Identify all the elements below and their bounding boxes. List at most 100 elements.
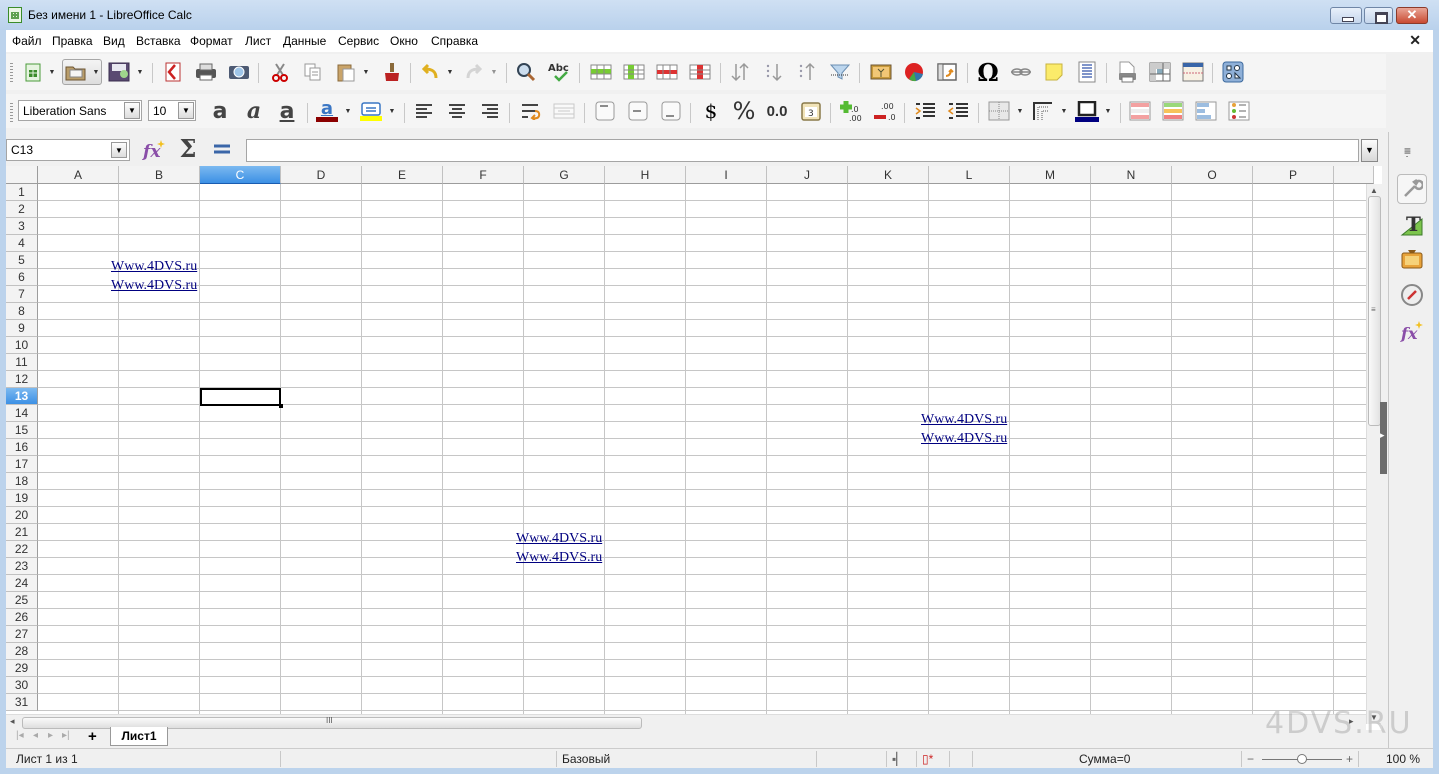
export-pdf-button[interactable] (160, 59, 186, 85)
row-header-18[interactable]: 18 (6, 473, 38, 490)
undo-dropdown[interactable]: ▼ (446, 59, 454, 85)
close-document-button[interactable]: ✕ (1409, 32, 1421, 49)
clone-formatting-button[interactable] (378, 59, 404, 85)
sort-button[interactable] (727, 59, 753, 85)
menu-view[interactable]: Вид (103, 34, 125, 48)
name-box[interactable]: C13 ▼ (6, 139, 130, 161)
row-header-26[interactable]: 26 (6, 609, 38, 626)
headers-footers-button[interactable] (1074, 59, 1100, 85)
column-header-partial[interactable] (1334, 166, 1374, 184)
cell-area[interactable]: Www.4DVS.ru Www.4DVS.ru Www.4DVS.ru Www.… (38, 184, 1366, 714)
column-header-a[interactable]: A (38, 166, 119, 184)
previous-sheet-icon[interactable]: ◂ (33, 730, 38, 741)
delete-column-button[interactable] (687, 59, 713, 85)
select-all-corner[interactable] (6, 166, 38, 184)
menu-edit[interactable]: Правка (52, 34, 93, 48)
menu-data[interactable]: Данные (283, 34, 326, 48)
column-header-d[interactable]: D (281, 166, 362, 184)
font-size-combobox[interactable]: 10 ▼ (148, 100, 196, 121)
row-header-28[interactable]: 28 (6, 643, 38, 660)
split-window-button[interactable] (1180, 59, 1206, 85)
border-style-dropdown[interactable]: ▼ (1060, 98, 1068, 124)
find-replace-button[interactable] (513, 59, 539, 85)
horizontal-scrollbar[interactable]: ◂ III ▸ (6, 714, 1366, 730)
column-header-m[interactable]: M (1010, 166, 1091, 184)
insert-chart-button[interactable] (901, 59, 927, 85)
menu-format[interactable]: Формат (190, 34, 233, 48)
freeze-rows-columns-button[interactable] (1147, 59, 1173, 85)
borders-button[interactable] (986, 98, 1012, 124)
row-header-24[interactable]: 24 (6, 575, 38, 592)
toolbar-grip[interactable] (10, 102, 13, 122)
save-dropdown[interactable]: ▼ (136, 59, 144, 85)
cut-button[interactable] (267, 59, 293, 85)
column-header-b[interactable]: B (119, 166, 200, 184)
wrap-text-button[interactable] (518, 98, 544, 124)
menu-insert[interactable]: Вставка (136, 34, 181, 48)
active-cell-cursor[interactable] (200, 388, 283, 408)
next-sheet-icon[interactable]: ▸ (48, 730, 53, 741)
row-header-20[interactable]: 20 (6, 507, 38, 524)
menu-window[interactable]: Окно (390, 34, 418, 48)
currency-format-button[interactable]: $ (698, 98, 724, 124)
spellcheck-button[interactable]: Abc (547, 59, 573, 85)
define-print-area-button[interactable] (1114, 59, 1140, 85)
column-header-j[interactable]: J (767, 166, 848, 184)
insert-row-button[interactable] (588, 59, 614, 85)
sort-ascending-button[interactable] (761, 59, 787, 85)
zoom-level[interactable]: 100 % (1386, 752, 1420, 766)
insert-image-button[interactable] (868, 59, 894, 85)
chevron-down-icon[interactable]: ▼ (124, 102, 140, 119)
align-center-button[interactable] (444, 98, 470, 124)
underline-button[interactable]: a (274, 98, 300, 124)
properties-button[interactable] (1397, 174, 1427, 204)
chevron-down-icon[interactable]: ▼ (111, 142, 127, 158)
gallery-button[interactable] (1397, 244, 1427, 274)
row-header-4[interactable]: 4 (6, 235, 38, 252)
column-header-l[interactable]: L (929, 166, 1010, 184)
paste-dropdown[interactable]: ▼ (362, 59, 370, 85)
icon-set-button[interactable] (1226, 98, 1252, 124)
row-header-30[interactable]: 30 (6, 677, 38, 694)
navigator-button[interactable] (1397, 280, 1427, 310)
row-header-25[interactable]: 25 (6, 592, 38, 609)
align-right-button[interactable] (477, 98, 503, 124)
print-button[interactable] (193, 59, 219, 85)
row-header-17[interactable]: 17 (6, 456, 38, 473)
undo-button[interactable] (417, 59, 443, 85)
sheet-tab[interactable]: Лист1 (110, 727, 168, 746)
sort-descending-button[interactable] (794, 59, 820, 85)
selection-mode-icon[interactable]: ▪▏ (892, 752, 905, 766)
column-header-g[interactable]: G (524, 166, 605, 184)
column-header-h[interactable]: H (605, 166, 686, 184)
function-wizard-button[interactable]: fx (140, 138, 168, 162)
row-header-12[interactable]: 12 (6, 371, 38, 388)
highlight-color-button[interactable] (358, 98, 384, 124)
hyperlink-cell[interactable]: Www.4DVS.ru (921, 431, 1007, 447)
conditional-format-button[interactable] (1127, 98, 1153, 124)
row-header-15[interactable]: 15 (6, 422, 38, 439)
comment-button[interactable] (1041, 59, 1067, 85)
formula-button[interactable] (208, 138, 236, 162)
column-header-o[interactable]: O (1172, 166, 1253, 184)
column-header-f[interactable]: F (443, 166, 524, 184)
row-header-14[interactable]: 14 (6, 405, 38, 422)
color-scale-button[interactable] (1160, 98, 1186, 124)
show-draw-functions-button[interactable] (1220, 59, 1246, 85)
font-color-button[interactable]: a (314, 98, 340, 124)
scroll-up-arrow[interactable]: ▲ (1370, 186, 1378, 195)
menu-file[interactable]: Файл (12, 34, 42, 48)
redo-button[interactable] (461, 59, 487, 85)
special-character-button[interactable]: Ω (975, 58, 1001, 87)
number-format-button[interactable]: 0.0 (764, 98, 790, 124)
add-sheet-button[interactable]: + (88, 728, 97, 745)
row-header-10[interactable]: 10 (6, 337, 38, 354)
row-header-23[interactable]: 23 (6, 558, 38, 575)
highlight-color-dropdown[interactable]: ▼ (388, 98, 396, 124)
new-document-button[interactable] (20, 59, 46, 85)
row-header-31[interactable]: 31 (6, 694, 38, 711)
merge-cells-button[interactable] (551, 98, 577, 124)
last-sheet-icon[interactable]: ▸| (62, 730, 70, 741)
autofilter-button[interactable] (827, 59, 853, 85)
border-color-button[interactable] (1074, 98, 1100, 124)
